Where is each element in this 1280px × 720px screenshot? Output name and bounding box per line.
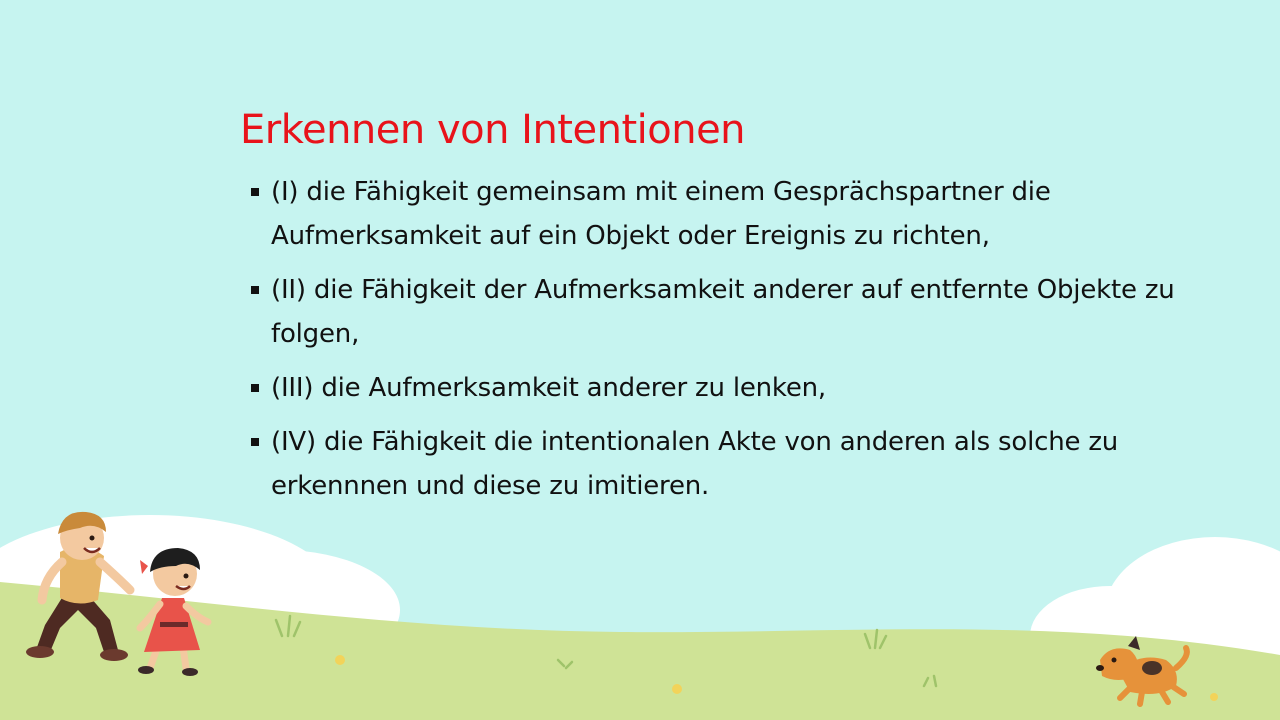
bullet-list: (I) die Fähigkeit gemeinsam mit einem Ge… — [248, 170, 1198, 508]
square-bullet-icon — [251, 384, 259, 392]
bullet-item: (II) die Fähigkeit der Aufmerksamkeit an… — [248, 268, 1198, 356]
bullet-text: (I) die Fähigkeit gemeinsam mit einem Ge… — [271, 177, 1051, 251]
square-bullet-icon — [251, 286, 259, 294]
slide-title: Erkennen von Intentionen — [240, 107, 746, 153]
bullet-item: (IV) die Fähigkeit die intentionalen Akt… — [248, 420, 1198, 508]
bullet-item: (III) die Aufmerksamkeit anderer zu lenk… — [248, 366, 1198, 410]
square-bullet-icon — [251, 188, 259, 196]
square-bullet-icon — [251, 438, 259, 446]
bullet-item: (I) die Fähigkeit gemeinsam mit einem Ge… — [248, 170, 1198, 258]
bullet-text: (II) die Fähigkeit der Aufmerksamkeit an… — [271, 275, 1175, 349]
bullet-text: (III) die Aufmerksamkeit anderer zu lenk… — [271, 373, 826, 403]
bullet-text: (IV) die Fähigkeit die intentionalen Akt… — [271, 427, 1119, 501]
